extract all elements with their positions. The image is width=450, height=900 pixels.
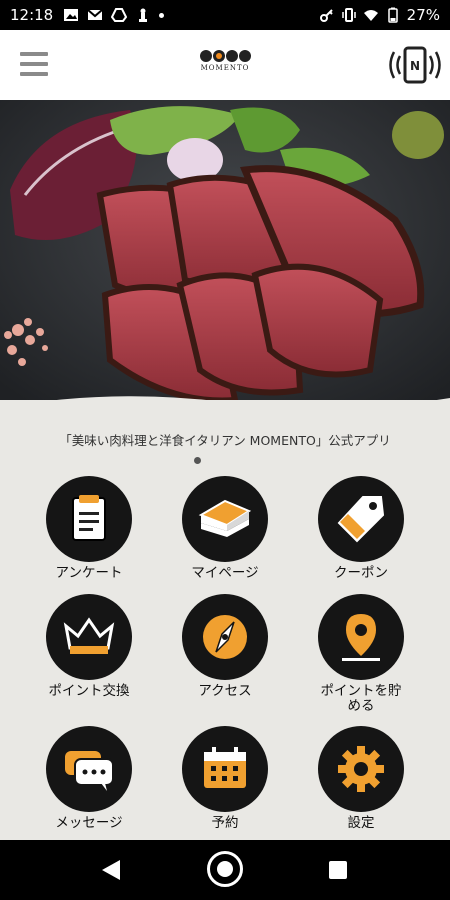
recent-apps-button[interactable]: [329, 861, 347, 879]
access-button[interactable]: アクセス: [165, 594, 285, 699]
app-header: MOMENTO N: [0, 30, 450, 100]
mypage-label: マイページ: [191, 565, 259, 581]
battery-percent: 27%: [406, 6, 440, 24]
reservation-button[interactable]: 予約: [165, 726, 285, 831]
book-icon: [182, 476, 268, 562]
battery-icon: [387, 7, 398, 23]
logo-text: MOMENTO: [200, 64, 250, 72]
momento-logo: MOMENTO: [199, 50, 251, 82]
menu-line-icon: [20, 52, 48, 56]
reservation-label: 予約: [211, 815, 239, 831]
access-label: アクセス: [198, 683, 252, 699]
coupon-button[interactable]: クーポン: [301, 476, 421, 581]
crown-icon: [46, 594, 132, 680]
hamburger-menu-button[interactable]: [20, 52, 50, 78]
map-pin-icon: [318, 594, 404, 680]
home-button[interactable]: [207, 851, 243, 887]
back-icon[interactable]: [100, 858, 122, 882]
image-icon: [64, 9, 79, 21]
app-tagline: 「美味い肉料理と洋食イタリアン MOMENTO」公式アプリ: [59, 433, 391, 448]
message-button[interactable]: メッセージ: [29, 726, 149, 831]
system-navigation-bar: [0, 840, 450, 900]
calendar-icon: [182, 726, 268, 812]
compass-icon: [182, 594, 268, 680]
svg-text:N: N: [410, 59, 420, 73]
point-exchange-label: ポイント交換: [48, 683, 130, 699]
mypage-button[interactable]: マイページ: [165, 476, 285, 581]
status-time: 12:18: [10, 6, 54, 24]
coupon-label: クーポン: [334, 565, 388, 581]
nfc-phone-button[interactable]: N: [386, 44, 444, 88]
vibrate-icon: [341, 8, 356, 22]
earn-points-button[interactable]: ポイントを貯 める: [301, 594, 421, 714]
chat-icon: [46, 726, 132, 812]
survey-icon: [46, 476, 132, 562]
menu-line-icon: [20, 62, 48, 66]
gear-icon: [318, 726, 404, 812]
wave-divider: [0, 396, 450, 428]
coupon-tag-icon: [318, 476, 404, 562]
hero-banner-image: [0, 100, 450, 420]
survey-button[interactable]: アンケート: [29, 476, 149, 581]
settings-button[interactable]: 設定: [301, 726, 421, 831]
carousel-page-indicator[interactable]: [194, 457, 201, 464]
notification-dot-icon: [159, 12, 165, 18]
settings-label: 設定: [347, 815, 375, 831]
drive-icon: [111, 8, 128, 22]
menu-line-icon: [20, 72, 48, 76]
logo-mark-icon: [199, 50, 251, 62]
wifi-icon: [363, 10, 378, 21]
survey-label: アンケート: [55, 565, 123, 581]
status-bar: 12:18 27%: [0, 0, 450, 30]
point-exchange-button[interactable]: ポイント交換: [29, 594, 149, 699]
message-label: メッセージ: [55, 815, 123, 831]
chess-icon: [139, 8, 148, 22]
earn-points-label: ポイントを貯 める: [320, 683, 402, 714]
key-icon: [319, 9, 333, 22]
steak-image: [0, 100, 450, 420]
gmail-icon: [87, 9, 103, 20]
